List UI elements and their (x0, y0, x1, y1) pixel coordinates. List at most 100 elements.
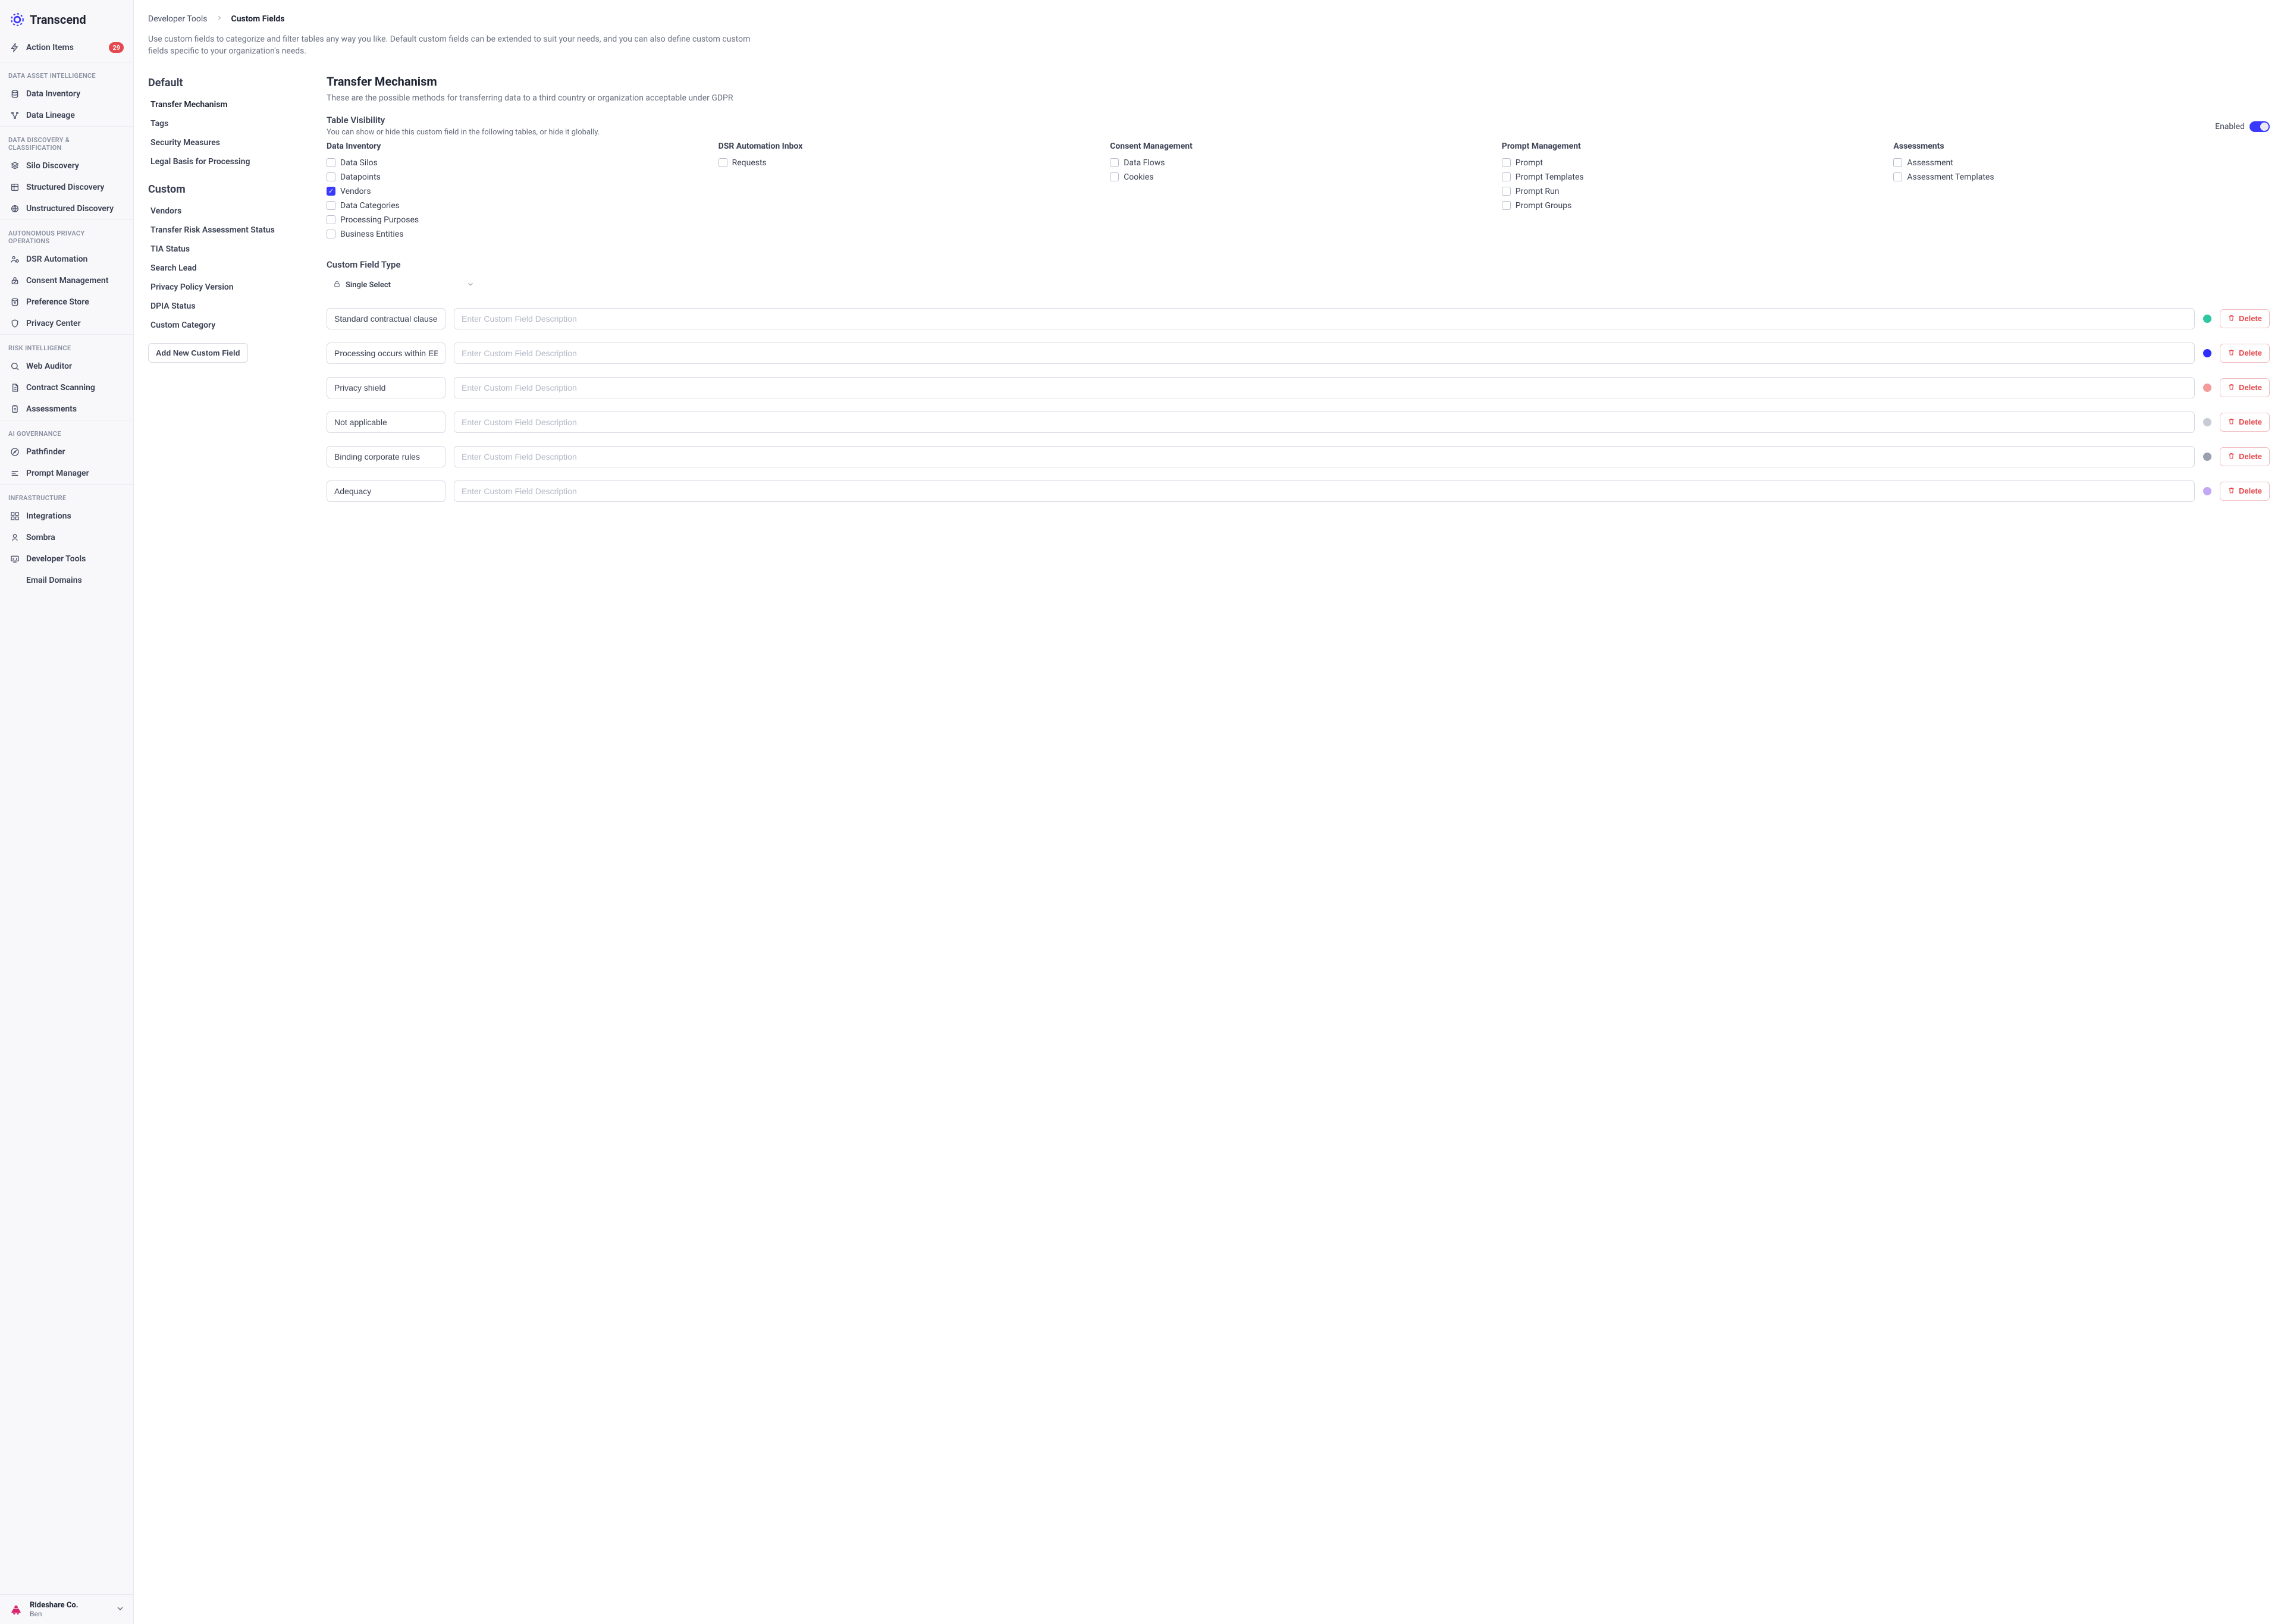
value-name-input[interactable] (327, 446, 445, 467)
sidebar-item-integrations[interactable]: Integrations (0, 505, 133, 527)
page-desc: These are the possible methods for trans… (327, 93, 2270, 103)
visibility-checkbox-row[interactable]: Assessment (1893, 156, 2270, 170)
sidebar-item-action-items[interactable]: Action Items 29 (0, 37, 133, 58)
visibility-checkbox-row[interactable]: Processing Purposes (327, 213, 703, 227)
sidebar-item-data-lineage[interactable]: Data Lineage (0, 105, 133, 126)
checkbox-icon (327, 215, 335, 224)
value-description-input[interactable] (454, 343, 2195, 364)
sidebar-item-label: Developer Tools (26, 554, 124, 564)
add-custom-field-button[interactable]: Add New Custom Field (148, 343, 248, 363)
custom-field-nav-item[interactable]: Transfer Risk Assessment Status (148, 221, 303, 240)
visibility-checkbox-row[interactable]: Assessment Templates (1893, 170, 2270, 184)
custom-field-nav-item[interactable]: TIA Status (148, 240, 303, 259)
org-name: Rideshare Co. (30, 1601, 109, 1610)
visibility-checkbox-row[interactable]: Prompt Groups (1502, 199, 1878, 213)
sidebar: Transcend Action Items 29 DATA ASSET INT… (0, 0, 134, 1624)
delete-label: Delete (2239, 348, 2262, 357)
sidebar-item-label: Integrations (26, 511, 124, 521)
delete-value-button[interactable]: Delete (2220, 309, 2270, 328)
value-color-dot[interactable] (2203, 487, 2211, 495)
value-color-dot[interactable] (2203, 384, 2211, 392)
value-name-input[interactable] (327, 377, 445, 398)
delete-label: Delete (2239, 383, 2262, 392)
visibility-checkbox-row[interactable]: Prompt Run (1502, 184, 1878, 199)
trash-icon (2227, 417, 2235, 427)
custom-field-nav-item[interactable]: Search Lead (148, 259, 303, 278)
value-description-input[interactable] (454, 480, 2195, 502)
custom-field-nav-item[interactable]: Vendors (148, 202, 303, 221)
org-avatar-icon (8, 1602, 24, 1617)
visibility-checkbox-row[interactable]: Prompt (1502, 156, 1878, 170)
sidebar-item-data-inventory[interactable]: Data Inventory (0, 83, 133, 105)
sidebar-item-structured-discovery[interactable]: Structured Discovery (0, 177, 133, 198)
sidebar-item-prompt-manager[interactable]: Prompt Manager (0, 463, 133, 484)
visibility-checkbox-label: Vendors (340, 187, 371, 196)
visibility-checkbox-row[interactable]: Data Silos (327, 156, 703, 170)
org-switcher[interactable]: Rideshare Co. Ben (0, 1594, 133, 1624)
custom-field-nav-item[interactable]: Security Measures (148, 133, 303, 152)
delete-value-button[interactable]: Delete (2220, 413, 2270, 432)
sidebar-item-assessments[interactable]: Assessments (0, 398, 133, 420)
sidebar-item-pathfinder[interactable]: Pathfinder (0, 441, 133, 463)
enabled-toggle[interactable] (2250, 121, 2270, 132)
value-description-input[interactable] (454, 446, 2195, 467)
delete-value-button[interactable]: Delete (2220, 344, 2270, 363)
breadcrumb-parent[interactable]: Developer Tools (148, 14, 208, 24)
sidebar-item-email-domains[interactable]: Email Domains (0, 570, 133, 591)
trash-icon (2227, 452, 2235, 461)
visibility-checkbox-row[interactable]: Vendors (327, 184, 703, 199)
visibility-checkbox-row[interactable]: Business Entities (327, 227, 703, 241)
visibility-checkbox-row[interactable]: Data Flows (1110, 156, 1486, 170)
delete-value-button[interactable]: Delete (2220, 482, 2270, 501)
value-name-input[interactable] (327, 412, 445, 433)
delete-label: Delete (2239, 452, 2262, 461)
sidebar-item-label: Web Auditor (26, 362, 124, 371)
visibility-checkbox-label: Requests (732, 158, 767, 168)
value-color-dot[interactable] (2203, 418, 2211, 426)
value-description-input[interactable] (454, 412, 2195, 433)
custom-field-nav-item[interactable]: Tags (148, 114, 303, 133)
sidebar-item-label: Email Domains (26, 576, 124, 585)
value-color-dot[interactable] (2203, 349, 2211, 357)
custom-field-nav-item[interactable]: Privacy Policy Version (148, 278, 303, 297)
visibility-checkbox-row[interactable]: Data Categories (327, 199, 703, 213)
delete-value-button[interactable]: Delete (2220, 447, 2270, 466)
visibility-checkbox-row[interactable]: Datapoints (327, 170, 703, 184)
sidebar-item-contract-scanning[interactable]: Contract Scanning (0, 377, 133, 398)
value-color-dot[interactable] (2203, 315, 2211, 323)
custom-field-nav-item[interactable]: DPIA Status (148, 297, 303, 316)
sidebar-item-privacy-center[interactable]: Privacy Center (0, 313, 133, 334)
sidebar-item-web-auditor[interactable]: Web Auditor (0, 356, 133, 377)
delete-value-button[interactable]: Delete (2220, 378, 2270, 397)
value-name-input[interactable] (327, 308, 445, 329)
value-description-input[interactable] (454, 377, 2195, 398)
sidebar-item-label: Data Inventory (26, 89, 124, 99)
custom-field-nav-item[interactable]: Custom Category (148, 316, 303, 335)
sidebar-item-label: DSR Automation (26, 255, 124, 264)
custom-field-value-row: Delete (327, 343, 2270, 364)
custom-field-value-row: Delete (327, 412, 2270, 433)
visibility-checkbox-row[interactable]: Requests (719, 156, 1095, 170)
sidebar-item-dsr-automation[interactable]: DSR Automation (0, 249, 133, 270)
sidebar-item-consent-management[interactable]: Consent Management (0, 270, 133, 291)
value-color-dot[interactable] (2203, 453, 2211, 461)
value-description-input[interactable] (454, 308, 2195, 329)
custom-field-value-row: Delete (327, 308, 2270, 329)
sidebar-item-sombra[interactable]: Sombra (0, 527, 133, 548)
sidebar-item-label: Action Items (26, 43, 103, 52)
value-name-input[interactable] (327, 343, 445, 364)
brand-logo-icon (10, 12, 25, 27)
custom-field-nav-item[interactable]: Legal Basis for Processing (148, 152, 303, 171)
custom-field-type-heading: Custom Field Type (327, 259, 2270, 270)
sidebar-item-preference-store[interactable]: Preference Store (0, 291, 133, 313)
sidebar-item-silo-discovery[interactable]: Silo Discovery (0, 155, 133, 177)
visibility-checkbox-row[interactable]: Prompt Templates (1502, 170, 1878, 184)
bolt-icon (10, 42, 20, 53)
value-name-input[interactable] (327, 480, 445, 502)
delete-label: Delete (2239, 417, 2262, 426)
sidebar-item-developer-tools[interactable]: Developer Tools (0, 548, 133, 570)
visibility-checkbox-row[interactable]: Cookies (1110, 170, 1486, 184)
sidebar-item-unstructured-discovery[interactable]: Unstructured Discovery (0, 198, 133, 219)
custom-field-nav-item[interactable]: Transfer Mechanism (148, 95, 303, 114)
sidebar-item-label: Prompt Manager (26, 469, 124, 478)
